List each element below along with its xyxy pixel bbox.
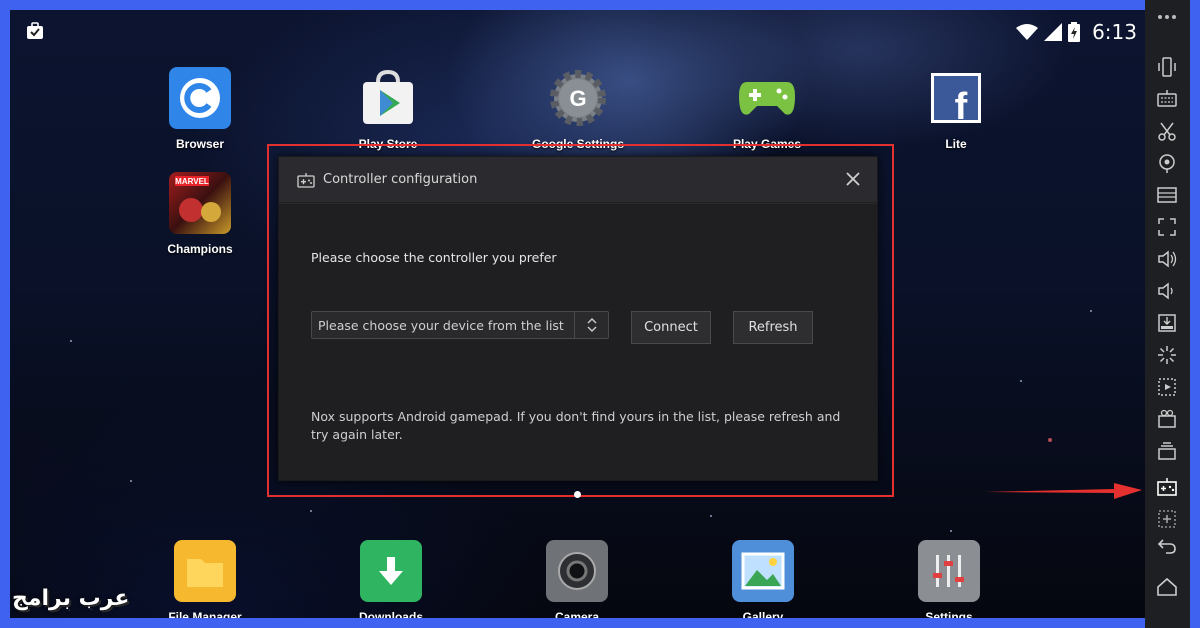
app-label: Browser — [175, 137, 225, 151]
wifi-icon — [1016, 24, 1039, 40]
app-champions[interactable]: MARVEL Champions — [145, 172, 255, 256]
app-gallery[interactable]: Gallery — [708, 540, 818, 618]
status-bar: 6:13 — [10, 10, 1145, 54]
app-play-games[interactable]: Play Games — [712, 67, 822, 151]
video-record-icon[interactable] — [1156, 408, 1178, 430]
google-settings-icon: G — [547, 67, 609, 129]
chevron-up-down-icon[interactable] — [574, 312, 608, 338]
macro-icon[interactable] — [1156, 376, 1178, 398]
close-icon[interactable] — [843, 169, 863, 189]
volume-down-icon[interactable] — [1156, 280, 1178, 302]
app-label: Champions — [167, 242, 233, 256]
screenshot-scissors-icon[interactable] — [1156, 120, 1178, 142]
battery-icon — [1068, 22, 1081, 42]
dialog-body: Please choose the controller you prefer … — [279, 204, 877, 480]
back-icon[interactable] — [1156, 534, 1178, 556]
app-facebook-lite[interactable]: f Lite — [901, 67, 1011, 151]
emulator-sidebar — [1145, 0, 1190, 628]
svg-text:f: f — [955, 86, 968, 123]
refresh-button[interactable]: Refresh — [733, 311, 813, 344]
controller-config-icon[interactable] — [1156, 476, 1178, 498]
clock: 6:13 — [1092, 20, 1137, 44]
arrow-pointer-icon — [984, 483, 1142, 499]
app-label: Downloads — [358, 610, 423, 618]
prompt-text: Please choose the controller you prefer — [311, 250, 557, 265]
loading-icon[interactable] — [1156, 344, 1178, 366]
device-select-value: Please choose your device from the list — [318, 317, 564, 333]
shake-icon[interactable] — [1156, 56, 1178, 78]
controller-config-dialog: Controller configuration Please choose t… — [278, 156, 878, 481]
controller-config-icon — [297, 173, 315, 188]
folder-icon — [174, 540, 236, 602]
keyboard-icon[interactable] — [1156, 88, 1178, 110]
toolbar-icon[interactable] — [1156, 184, 1178, 206]
volume-up-icon[interactable] — [1156, 248, 1178, 270]
app-downloads[interactable]: Downloads — [336, 540, 446, 618]
multi-instance-icon[interactable] — [1156, 440, 1178, 462]
play-store-icon — [357, 67, 419, 129]
settings-sliders-icon — [918, 540, 980, 602]
app-google-settings[interactable]: G Google Settings — [523, 67, 633, 151]
fullscreen-icon[interactable] — [1156, 216, 1178, 238]
help-note: Nox supports Android gamepad. If you don… — [311, 409, 841, 442]
watermark: عرب برامج — [12, 586, 130, 611]
app-browser[interactable]: Browser — [145, 67, 255, 151]
emulator-frame: 6:13 Browser Play Store G Google Setting… — [0, 0, 1200, 628]
briefcase-check-icon — [27, 22, 43, 39]
app-label: Gallery — [742, 610, 784, 618]
device-select[interactable]: Please choose your device from the list — [311, 311, 609, 339]
dock: File Manager Downloads Camera Gallery Se… — [10, 540, 1145, 618]
marvel-champions-icon: MARVEL — [169, 172, 231, 234]
app-file-manager[interactable]: File Manager — [150, 540, 260, 618]
app-label: Settings — [925, 610, 973, 618]
signal-icon — [1044, 23, 1063, 41]
page-indicator — [574, 491, 581, 498]
svg-text:G: G — [569, 86, 586, 111]
home-icon[interactable] — [1156, 576, 1178, 598]
app-label: Camera — [554, 610, 600, 618]
app-label: File Manager — [168, 610, 242, 618]
app-settings[interactable]: Settings — [894, 540, 1004, 618]
facebook-lite-icon: f — [925, 67, 987, 129]
connect-button[interactable]: Connect — [631, 311, 711, 344]
android-home-screen: 6:13 Browser Play Store G Google Setting… — [10, 10, 1145, 618]
more-icon[interactable] — [1156, 12, 1178, 22]
apk-icon[interactable] — [1156, 312, 1178, 334]
location-icon[interactable] — [1156, 152, 1178, 174]
dialog-header: Controller configuration — [279, 157, 877, 203]
play-games-icon — [736, 67, 798, 129]
app-label: Lite — [945, 137, 967, 151]
status-icons: 6:13 — [1016, 20, 1137, 44]
gallery-icon — [732, 540, 794, 602]
dialog-title: Controller configuration — [323, 172, 478, 187]
camera-icon — [546, 540, 608, 602]
svg-text:MARVEL: MARVEL — [175, 177, 209, 186]
add-icon[interactable] — [1156, 508, 1178, 530]
app-play-store[interactable]: Play Store — [333, 67, 443, 151]
app-camera[interactable]: Camera — [522, 540, 632, 618]
download-icon — [360, 540, 422, 602]
browser-icon — [169, 67, 231, 129]
